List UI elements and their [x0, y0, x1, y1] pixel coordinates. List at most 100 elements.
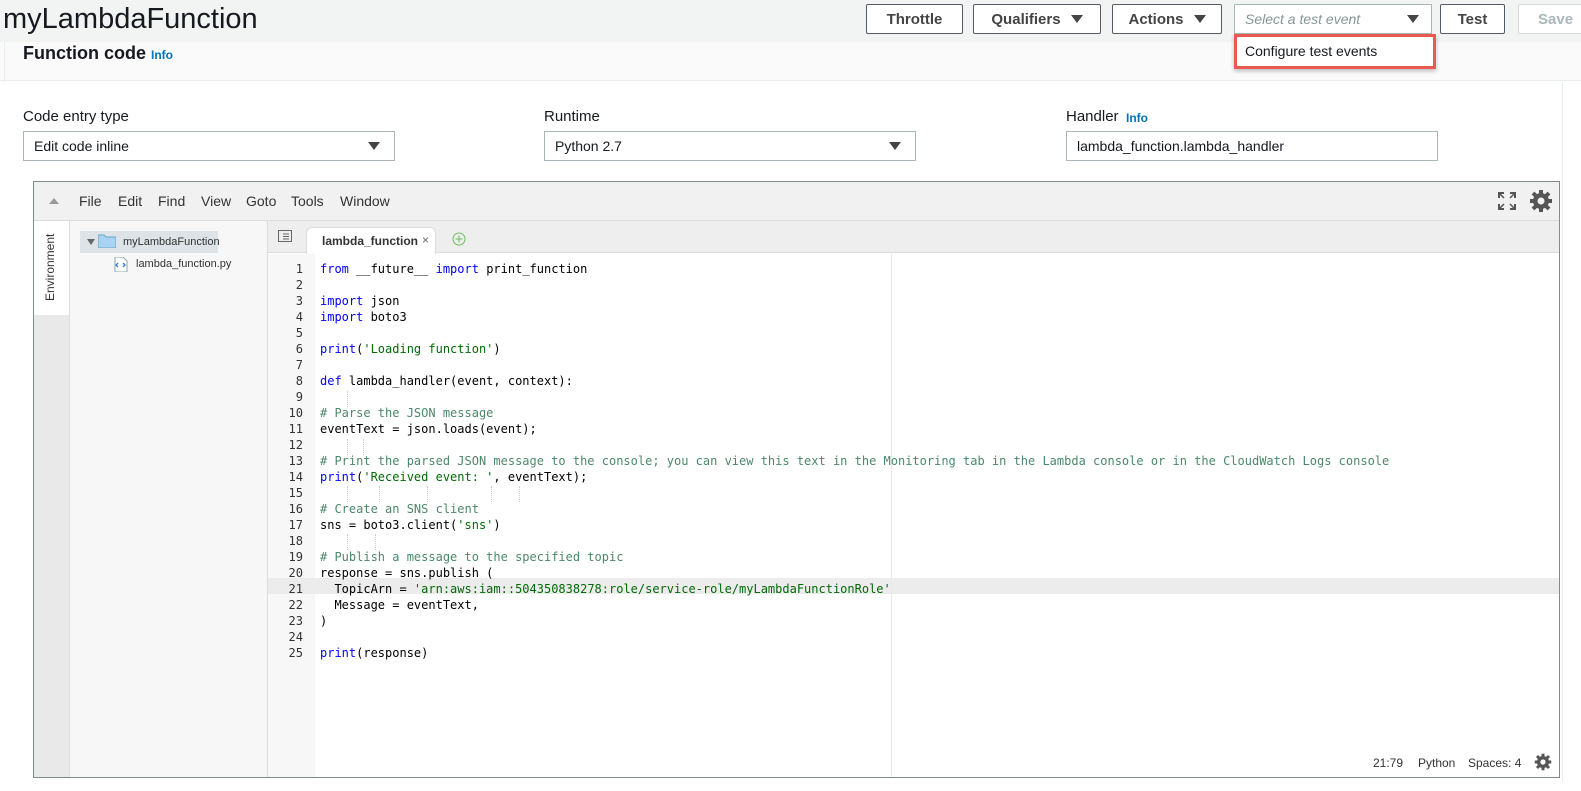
code-line-25: print(response) [320, 646, 428, 660]
tree-root-label[interactable]: myLambdaFunction [123, 236, 220, 248]
code-token: ) [493, 342, 501, 356]
code-token: lambda_handler(event, context): [341, 374, 573, 388]
line-number: 20 [288, 566, 303, 580]
file-tree: myLambdaFunction lambda_function.py [70, 221, 268, 777]
section-info-link[interactable]: Info [151, 48, 173, 62]
code-area[interactable] [315, 254, 1559, 777]
indent-guide [347, 486, 348, 502]
line-number: 1 [295, 262, 303, 276]
line-number: 17 [288, 518, 303, 532]
folder-icon [98, 234, 116, 248]
panel-left-border [4, 42, 5, 82]
indent-guide [347, 391, 348, 407]
caret-down-icon [1193, 15, 1206, 23]
line-number: 14 [288, 470, 303, 484]
close-icon[interactable]: × [422, 233, 429, 247]
runtime-value: Python 2.7 [555, 138, 622, 154]
code-token: json [363, 294, 400, 308]
code-entry-type-select[interactable]: Edit code inline [23, 131, 395, 161]
menu-goto[interactable]: Goto [246, 193, 276, 209]
editor-tabbar: lambda_function × [268, 221, 1559, 254]
save-button[interactable]: Save [1518, 4, 1581, 34]
line-number: 4 [295, 310, 303, 324]
cursor-position: 21:79 [1373, 756, 1404, 770]
line-number: 18 [288, 534, 303, 548]
tree-file-label[interactable]: lambda_function.py [136, 258, 231, 270]
indent-guide [427, 486, 428, 502]
line-number: 11 [288, 422, 303, 436]
tab-list-icon[interactable] [278, 230, 292, 242]
menu-view[interactable]: View [201, 193, 231, 209]
test-label: Test [1457, 10, 1488, 28]
python-file-icon [114, 257, 128, 272]
menu-edit[interactable]: Edit [118, 193, 142, 209]
code-line-13: # Print the parsed JSON message to the c… [320, 454, 1390, 468]
test-button[interactable]: Test [1440, 4, 1505, 34]
indent-setting[interactable]: Spaces: 4 [1468, 756, 1521, 770]
code-line-1: from __future__ import print_function [320, 262, 587, 276]
qualifiers-button[interactable]: Qualifiers [973, 4, 1101, 34]
test-event-select[interactable]: Select a test event [1234, 4, 1432, 34]
runtime-label: Runtime [544, 108, 600, 125]
caret-down-icon [368, 142, 380, 150]
menu-file[interactable]: File [79, 193, 102, 209]
function-name-title: myLambdaFunction [3, 3, 258, 35]
runtime-select[interactable]: Python 2.7 [544, 131, 916, 161]
code-line-3: import json [320, 294, 399, 308]
handler-input[interactable]: lambda_function.lambda_handler [1066, 131, 1438, 161]
code-line-6: print('Loading function') [320, 342, 501, 356]
code-token: boto3 [363, 310, 407, 324]
line-number: 13 [288, 454, 303, 468]
indent-guide [347, 439, 348, 455]
add-tab-icon[interactable] [452, 232, 466, 246]
environment-tab[interactable]: Environment [34, 221, 69, 315]
line-number: 6 [295, 342, 303, 356]
environment-strip: Environment [34, 221, 70, 777]
code-token: from [320, 262, 349, 276]
code-editor: File Edit Find View Goto Tools Window En… [33, 181, 1560, 778]
caret-down-icon [889, 142, 901, 150]
caret-down-icon [1407, 15, 1419, 23]
language-mode[interactable]: Python [1418, 756, 1455, 770]
menu-find[interactable]: Find [158, 193, 185, 209]
code-line-20: response = sns.publish ( [320, 566, 494, 580]
line-number: 10 [288, 406, 303, 420]
test-event-dropdown: Configure test events [1234, 34, 1436, 69]
code-entry-type-value: Edit code inline [34, 138, 129, 154]
indent-guide [519, 486, 520, 502]
configure-test-events-item[interactable]: Configure test events [1245, 43, 1377, 59]
handler-info-link[interactable]: Info [1126, 111, 1148, 125]
settings-gear-icon[interactable] [1529, 189, 1553, 213]
line-number: 5 [295, 326, 303, 340]
panel-right-border [1562, 82, 1563, 782]
code-token: ) [493, 518, 501, 532]
fullscreen-icon[interactable] [1498, 192, 1516, 210]
menu-tools[interactable]: Tools [291, 193, 324, 209]
throttle-label: Throttle [886, 10, 943, 28]
status-gear-icon[interactable] [1534, 753, 1552, 771]
menu-window[interactable]: Window [340, 193, 390, 209]
code-token: print_function [478, 262, 588, 276]
line-number: 15 [288, 486, 303, 500]
collapse-triangle-icon[interactable] [49, 198, 59, 204]
throttle-button[interactable]: Throttle [866, 4, 963, 34]
code-line-11: eventText = json.loads(event); [320, 422, 537, 436]
code-line-8: def lambda_handler(event, context): [320, 374, 573, 388]
actions-button[interactable]: Actions [1112, 4, 1222, 34]
code-token: import [320, 310, 364, 324]
code-token: (response) [356, 646, 429, 660]
code-line-14: print('Received event: ', eventText); [320, 470, 587, 484]
handler-value: lambda_function.lambda_handler [1077, 138, 1285, 154]
line-number: 22 [288, 598, 303, 612]
print-margin [891, 254, 892, 777]
line-number: 24 [288, 630, 303, 644]
code-line-17: sns = boto3.client('sns') [320, 518, 501, 532]
line-number: 16 [288, 502, 303, 516]
code-line-10: # Parse the JSON message [320, 406, 494, 420]
code-token: 'Loading function' [363, 342, 494, 356]
code-token: sns = boto3.client( [320, 518, 458, 532]
tab-label: lambda_function [322, 234, 419, 248]
code-token: import [435, 262, 479, 276]
tab-lambda-function[interactable]: lambda_function × [306, 227, 436, 254]
expand-caret-icon[interactable] [87, 239, 95, 245]
